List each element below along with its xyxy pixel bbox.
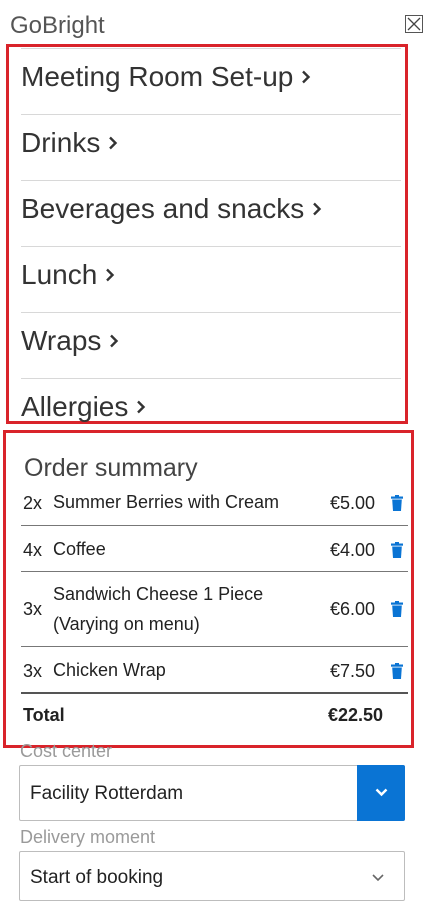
order-item-name: Sandwich Cheese 1 Piece (Varying on menu…	[53, 584, 264, 634]
menu-item-label: Drinks	[21, 127, 101, 158]
app-title: GoBright	[10, 12, 105, 39]
total-value: €22.50	[327, 705, 383, 725]
menu-item-lunch[interactable]: Lunch	[21, 246, 401, 312]
menu-item-label: Wraps	[21, 325, 102, 356]
order-price: €6.00	[329, 599, 375, 619]
order-qty: 2x	[23, 493, 43, 513]
chevron-right-icon	[106, 268, 115, 281]
order-price: €5.00	[329, 493, 375, 513]
chevron-right-icon	[313, 202, 322, 215]
cost-center-value: Facility Rotterdam	[30, 783, 184, 804]
total-label: Total	[23, 705, 65, 725]
order-price: €7.50	[329, 661, 375, 681]
title-bar: GoBright	[0, 0, 426, 44]
trash-icon[interactable]	[391, 663, 403, 679]
trash-icon[interactable]	[391, 601, 403, 617]
order-item-name: Coffee	[53, 539, 106, 559]
chevron-right-icon	[302, 70, 311, 83]
menu-item-beverages-and-snacks[interactable]: Beverages and snacks	[21, 180, 401, 246]
order-summary: Order summary 2x Summer Berries with Cre…	[3, 430, 414, 748]
order-qty: 3x	[23, 599, 43, 619]
chevron-right-icon	[109, 136, 118, 149]
chevron-down-icon	[372, 874, 384, 882]
menu-item-label: Meeting Room Set-up	[21, 61, 294, 92]
chevron-down-icon	[375, 788, 388, 797]
order-qty: 4x	[23, 540, 43, 560]
order-summary-title: Order summary	[24, 454, 198, 482]
order-price: €4.00	[329, 540, 375, 560]
delivery-moment-value: Start of booking	[30, 867, 164, 888]
order-row: 3x Sandwich Cheese 1 Piece (Varying on m…	[21, 572, 408, 647]
order-row: 4x Coffee €4.00	[21, 526, 408, 572]
trash-icon[interactable]	[391, 495, 403, 511]
cost-center-dropdown-button[interactable]	[357, 765, 405, 821]
trash-icon[interactable]	[391, 542, 403, 558]
menu-item-wraps[interactable]: Wraps	[21, 312, 401, 378]
menu-item-label: Beverages and snacks	[21, 193, 305, 224]
delivery-moment-select[interactable]: Start of booking	[19, 851, 405, 901]
menu-item-allergies[interactable]: Allergies	[21, 378, 401, 422]
chevron-right-icon	[137, 400, 146, 413]
menu-item-label: Lunch	[21, 259, 98, 290]
close-button[interactable]	[405, 15, 423, 33]
order-row: 2x Summer Berries with Cream €5.00	[21, 480, 408, 526]
chevron-right-icon	[110, 334, 119, 347]
cost-center-select[interactable]: Facility Rotterdam	[19, 765, 405, 821]
category-menu: Meeting Room Set-up Drinks Beverages and…	[6, 44, 408, 424]
order-item-name: Summer Berries with Cream	[53, 492, 280, 512]
menu-item-meeting-room-setup[interactable]: Meeting Room Set-up	[21, 48, 401, 114]
order-item-name: Chicken Wrap	[53, 660, 166, 680]
close-icon	[407, 17, 421, 31]
menu-item-label: Allergies	[21, 391, 129, 422]
order-row: 3x Chicken Wrap €7.50	[21, 647, 408, 694]
menu-item-drinks[interactable]: Drinks	[21, 114, 401, 180]
delivery-moment-label: Delivery moment	[20, 827, 156, 847]
order-qty: 3x	[23, 661, 43, 681]
cost-center-label: Cost center	[20, 741, 113, 761]
